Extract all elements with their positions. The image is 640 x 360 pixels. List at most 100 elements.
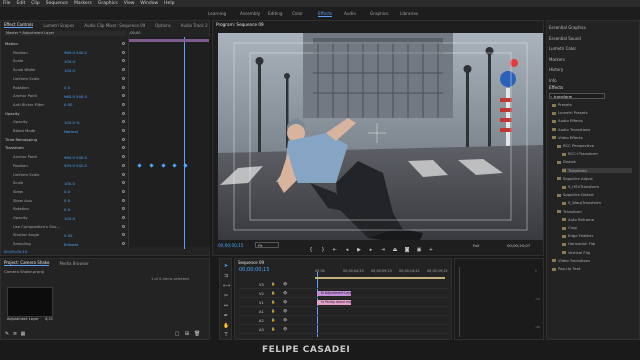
list-view-icon[interactable]: ≡ (12, 331, 18, 337)
effects-tree-item[interactable]: Horizontal Flip (562, 241, 595, 246)
quality-dropdown[interactable]: Full (473, 243, 480, 248)
ec-row-value[interactable]: 960.0 540.0 (64, 94, 87, 99)
track-select-icon[interactable]: ⇉ (223, 273, 229, 279)
workspace-graphics[interactable]: Graphics (370, 11, 389, 16)
ec-row-value[interactable]: Bilinear (64, 242, 78, 247)
step-back-icon[interactable]: ◂ (344, 247, 350, 253)
reset-icon[interactable] (122, 224, 125, 228)
menu-item-view[interactable]: View (124, 1, 135, 6)
project-thumbnail[interactable] (7, 287, 53, 317)
effects-search[interactable]: ⌕ transform (549, 93, 605, 99)
effects-tree-item[interactable]: Video Effects (552, 135, 583, 140)
reset-icon[interactable] (122, 129, 125, 132)
effects-tree-item[interactable]: Transform (557, 209, 582, 214)
track-label[interactable]: A1 (259, 310, 264, 314)
effects-tree-item[interactable]: Audio Transitions (552, 127, 590, 132)
reset-icon[interactable] (122, 76, 125, 80)
ec-tab-0[interactable]: Effect Controls (4, 22, 34, 28)
ec-row-value[interactable]: 0.00 (64, 102, 72, 107)
panel-tab-1[interactable]: Essential Sound (549, 36, 581, 41)
lock-icon[interactable]: 🔒 (271, 318, 275, 322)
timeline-clip[interactable]: fx Pantip drone.mp4 (317, 300, 351, 305)
type-icon[interactable]: T (223, 332, 229, 338)
menu-item-graphics[interactable]: Graphics (98, 1, 118, 6)
menu-item-window[interactable]: Window (140, 1, 158, 6)
pen-icon[interactable]: ✒ (223, 313, 229, 319)
timeline-clip[interactable]: fx Adjustment Layer (317, 291, 351, 296)
track-label[interactable]: A2 (259, 319, 264, 323)
eye-icon[interactable]: 👁 (283, 282, 287, 286)
reset-icon[interactable] (122, 216, 125, 219)
ec-tab-1[interactable]: Lumetri Scopes (43, 23, 74, 28)
reset-icon[interactable] (122, 102, 125, 106)
workspace-assembly[interactable]: Assembly (240, 11, 260, 16)
effects-tree-item[interactable]: RCC+Transform (562, 151, 598, 156)
reset-icon[interactable] (122, 42, 125, 45)
effects-tree-item[interactable]: Video Transitions (552, 258, 590, 263)
reset-icon[interactable] (122, 50, 125, 54)
eye-icon[interactable]: 👁 (283, 327, 287, 331)
effects-tree-item[interactable]: S_WarpTransform (562, 200, 601, 205)
reset-icon[interactable] (122, 181, 125, 185)
reset-icon[interactable] (122, 207, 125, 211)
reset-icon[interactable] (122, 111, 125, 115)
effects-tree-item[interactable]: Transform (562, 167, 632, 173)
reset-icon[interactable] (122, 59, 125, 63)
menu-item-edit[interactable]: Edit (17, 1, 26, 6)
ec-row-value[interactable]: 955.0 542.0 (64, 163, 87, 168)
panel-tab-4[interactable]: History (549, 67, 563, 72)
reset-icon[interactable] (122, 137, 125, 141)
ec-row-value[interactable]: 100.0 (64, 68, 75, 73)
slip-icon[interactable]: ↔ (223, 303, 229, 309)
panel-tab-2[interactable]: Lumetri Color (549, 46, 576, 51)
ec-row-value[interactable]: 960.0 540.0 (64, 155, 87, 160)
lock-icon[interactable]: 🔒 (271, 300, 275, 304)
track-label[interactable]: V1 (259, 301, 264, 305)
eye-icon[interactable]: 👁 (283, 291, 287, 295)
ec-row-value[interactable]: 100.0 (64, 216, 75, 221)
reset-icon[interactable] (122, 85, 125, 89)
ec-row-value[interactable]: 0.0 (64, 85, 70, 90)
panel-tab-5[interactable]: Info (549, 78, 557, 83)
export-frame-icon[interactable]: ◙ (404, 247, 410, 253)
reset-icon[interactable] (122, 163, 125, 167)
lock-icon[interactable]: 🔒 (271, 291, 275, 295)
ec-row-value[interactable]: 0.0 (64, 189, 70, 194)
track-label[interactable]: V3 (259, 283, 264, 287)
trash-icon[interactable]: 🗑 (194, 331, 200, 337)
razor-icon[interactable]: ✂ (223, 293, 229, 299)
menu-item-file[interactable]: File (3, 1, 11, 6)
effects-tree-item[interactable]: Sapphire Adjust (557, 176, 593, 181)
timeline-timecode[interactable]: 00;00;00;15 (239, 267, 270, 273)
ec-row-value[interactable]: 100.0 (64, 59, 75, 64)
play-icon[interactable]: ▶ (356, 247, 362, 253)
workspace-audio[interactable]: Audio (344, 11, 356, 16)
selection-tool-icon[interactable]: ➤ (223, 263, 229, 269)
project-tab-0[interactable]: Project: Camera Shake (4, 260, 50, 266)
reset-icon[interactable] (122, 172, 125, 176)
go-out-icon[interactable]: ⇥ (380, 247, 386, 253)
effects-tree-item[interactable]: Presets (552, 102, 572, 107)
program-timecode[interactable]: 00;00;00;15 (218, 243, 244, 248)
menu-item-markers[interactable]: Markers (74, 1, 92, 6)
lock-icon[interactable]: 🔒 (271, 309, 275, 313)
mark-out-icon[interactable]: } (320, 247, 326, 253)
track-label[interactable]: V2 (259, 292, 264, 296)
reset-icon[interactable] (122, 68, 125, 72)
eye-icon[interactable]: 👁 (283, 318, 287, 322)
ec-tab-4[interactable]: Audio Track 2 (181, 23, 208, 28)
ec-row-value[interactable]: 960.0 540.0 (64, 50, 87, 55)
effects-tree-item[interactable]: Edge Feather (562, 233, 593, 238)
effects-tree-item[interactable]: Audio Effects (552, 118, 583, 123)
reset-icon[interactable] (122, 94, 125, 98)
panel-tab-3[interactable]: Markers (549, 57, 565, 62)
reset-icon[interactable] (122, 189, 125, 193)
menu-item-help[interactable]: Help (164, 1, 174, 6)
workspace-editing[interactable]: Editing (268, 11, 283, 16)
timeline-tab[interactable]: Sequence 09 (238, 260, 264, 265)
new-bin-icon[interactable]: ▢ (174, 331, 180, 337)
fit-dropdown[interactable]: Fit (255, 242, 279, 248)
lock-icon[interactable]: 🔒 (271, 327, 275, 331)
reset-icon[interactable] (122, 120, 125, 124)
playhead-ec[interactable] (184, 37, 185, 249)
